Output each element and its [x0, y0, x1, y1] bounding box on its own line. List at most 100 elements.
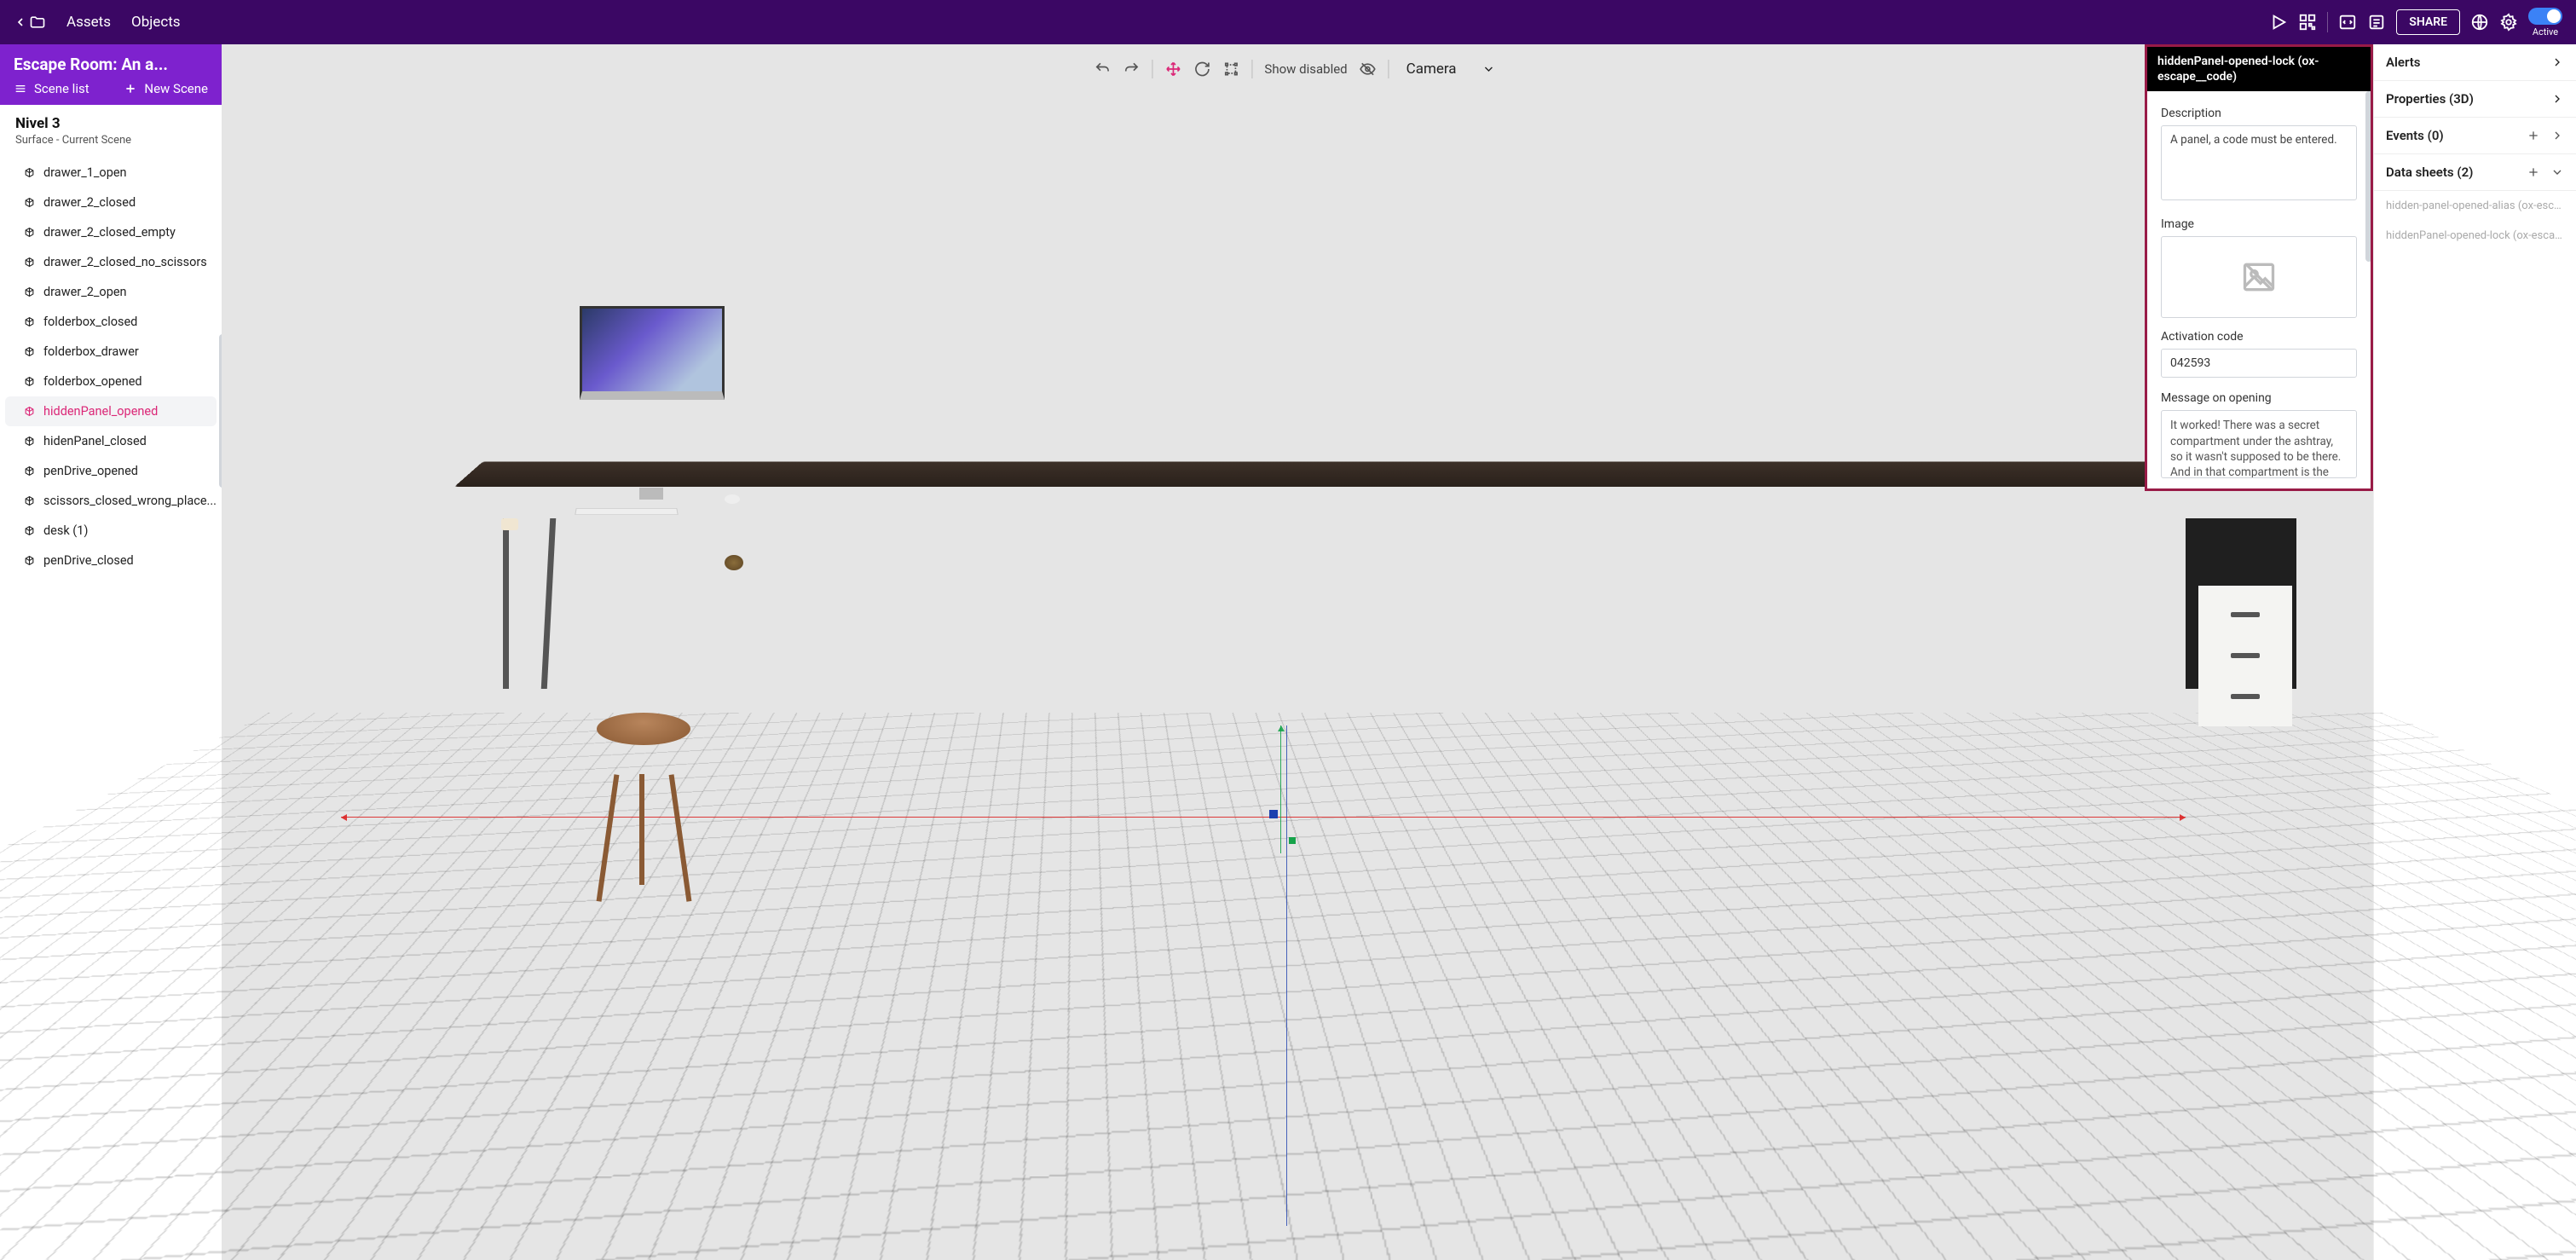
scene-item[interactable]: folderbox_closed [0, 307, 222, 337]
play-icon[interactable] [2269, 13, 2288, 32]
scene-item-label: folderbox_closed [43, 315, 137, 329]
scene-item[interactable]: penDrive_opened [0, 456, 222, 486]
scene-item[interactable]: scissors_closed_wrong_place... [0, 486, 222, 516]
message-input[interactable]: It worked! There was a secret compartmen… [2161, 410, 2357, 478]
properties-section[interactable]: Properties (3D) [2374, 81, 2576, 118]
cube-icon [24, 316, 35, 327]
scene-item[interactable]: drawer_2_closed_no_scissors [0, 247, 222, 277]
scene-item-label: penDrive_closed [43, 553, 134, 568]
events-section[interactable]: Events (0) [2374, 118, 2576, 154]
chevron-right-icon [2550, 92, 2564, 106]
new-scene-label: New Scene [144, 81, 208, 96]
scene-item-label: drawer_2_open [43, 285, 127, 299]
show-disabled-label: Show disabled [1264, 61, 1347, 77]
camera-dropdown[interactable]: Camera [1401, 61, 1501, 78]
activation-input[interactable] [2161, 349, 2357, 378]
visibility-off-icon[interactable] [1360, 61, 1377, 78]
active-toggle-label: Active [2533, 26, 2558, 38]
new-scene-button[interactable]: New Scene [124, 81, 208, 96]
scene-render [222, 44, 2373, 1260]
cube-icon [24, 525, 35, 536]
scene-item-label: folderbox_drawer [43, 344, 139, 359]
scene-list-label: Scene list [34, 81, 90, 96]
code-icon[interactable] [2338, 13, 2357, 32]
cube-icon [24, 286, 35, 298]
rotate-tool-icon[interactable] [1193, 61, 1210, 78]
chevron-down-icon [1482, 62, 1496, 76]
assets-tab[interactable]: Assets [66, 14, 111, 31]
scene-item[interactable]: hiddenPanel_opened [5, 396, 217, 426]
back-folder[interactable] [14, 14, 46, 31]
data-panel-header: hiddenPanel-opened-lock (ox-escape__code… [2147, 47, 2371, 91]
scene-item-label: penDrive_opened [43, 464, 138, 478]
cube-icon [24, 495, 35, 506]
scene-item[interactable]: folderbox_drawer [0, 337, 222, 367]
gear-icon[interactable] [2499, 13, 2518, 32]
chevron-right-icon [2550, 55, 2564, 69]
scene-item-label: drawer_2_closed [43, 195, 136, 210]
scene-title: Nivel 3 [15, 115, 206, 132]
scene-item[interactable]: drawer_2_closed_empty [0, 217, 222, 247]
scene-item[interactable]: hidenPanel_closed [0, 426, 222, 456]
scale-tool-icon[interactable] [1222, 61, 1239, 78]
image-placeholder[interactable] [2161, 236, 2357, 318]
scene-item-label: drawer_2_closed_empty [43, 225, 176, 240]
events-label: Events (0) [2386, 128, 2444, 143]
scene-item[interactable]: drawer_2_open [0, 277, 222, 307]
scene-item-label: drawer_2_closed_no_scissors [43, 255, 207, 269]
move-tool-icon[interactable] [1164, 61, 1181, 78]
scene-item-label: desk (1) [43, 523, 88, 538]
notes-icon[interactable] [2367, 13, 2386, 32]
plus-icon[interactable] [2527, 129, 2540, 142]
cube-icon [24, 555, 35, 566]
redo-icon[interactable] [1123, 61, 1140, 78]
scene-item[interactable]: desk (1) [0, 516, 222, 546]
datasheets-label: Data sheets (2) [2386, 165, 2473, 180]
cube-icon [24, 406, 35, 417]
scene-item[interactable]: drawer_1_open [0, 158, 222, 188]
objects-tab[interactable]: Objects [131, 14, 181, 31]
qr-icon[interactable] [2298, 13, 2317, 32]
scene-item-label: hiddenPanel_opened [43, 404, 158, 419]
list-icon [14, 82, 27, 95]
data-panel: hiddenPanel-opened-lock (ox-escape__code… [2145, 44, 2373, 491]
chevron-down-icon [2550, 165, 2564, 179]
topbar: Assets Objects SHARE Active [0, 0, 2576, 44]
scene-item[interactable]: folderbox_opened [0, 367, 222, 396]
properties-label: Properties (3D) [2386, 91, 2474, 107]
plus-icon[interactable] [2527, 165, 2540, 179]
datasheets-section[interactable]: Data sheets (2) [2374, 154, 2576, 191]
cube-icon [24, 257, 35, 268]
undo-icon[interactable] [1094, 61, 1111, 78]
scene-subtitle: Surface - Current Scene [15, 134, 206, 147]
cube-icon [24, 465, 35, 477]
globe-icon[interactable] [2470, 13, 2489, 32]
alerts-section[interactable]: Alerts [2374, 44, 2576, 81]
scene-item[interactable]: drawer_2_closed [0, 188, 222, 217]
scene-item-label: drawer_1_open [43, 165, 127, 180]
message-label: Message on opening [2161, 391, 2357, 405]
scene-item-label: hidenPanel_closed [43, 434, 147, 448]
project-title: Escape Room: An a... [14, 55, 208, 74]
activation-label: Activation code [2161, 330, 2357, 344]
folder-icon [29, 14, 46, 31]
scene-item-label: scissors_closed_wrong_place... [43, 494, 217, 508]
scene-item-label: folderbox_opened [43, 374, 142, 389]
camera-label: Camera [1406, 61, 1457, 78]
image-icon [2240, 258, 2278, 296]
share-button[interactable]: SHARE [2396, 9, 2460, 35]
datasheet-item[interactable]: hidden-panel-opened-alias (ox-escape_... [2374, 191, 2576, 221]
canvas-toolbar: Show disabled Camera [1083, 55, 1510, 84]
datasheet-item[interactable]: hiddenPanel-opened-lock (ox-escape__... [2374, 221, 2576, 251]
alerts-label: Alerts [2386, 55, 2421, 70]
scene-list-button[interactable]: Scene list [14, 81, 90, 96]
description-input[interactable] [2161, 125, 2357, 200]
cube-icon [24, 436, 35, 447]
scrollbar-thumb[interactable] [2365, 91, 2371, 262]
scene-item[interactable]: penDrive_closed [0, 546, 222, 575]
cube-icon [24, 346, 35, 357]
active-toggle[interactable] [2528, 8, 2562, 25]
cube-icon [24, 167, 35, 178]
canvas-area[interactable]: Show disabled Camera [222, 44, 2373, 1260]
image-label: Image [2161, 217, 2357, 231]
